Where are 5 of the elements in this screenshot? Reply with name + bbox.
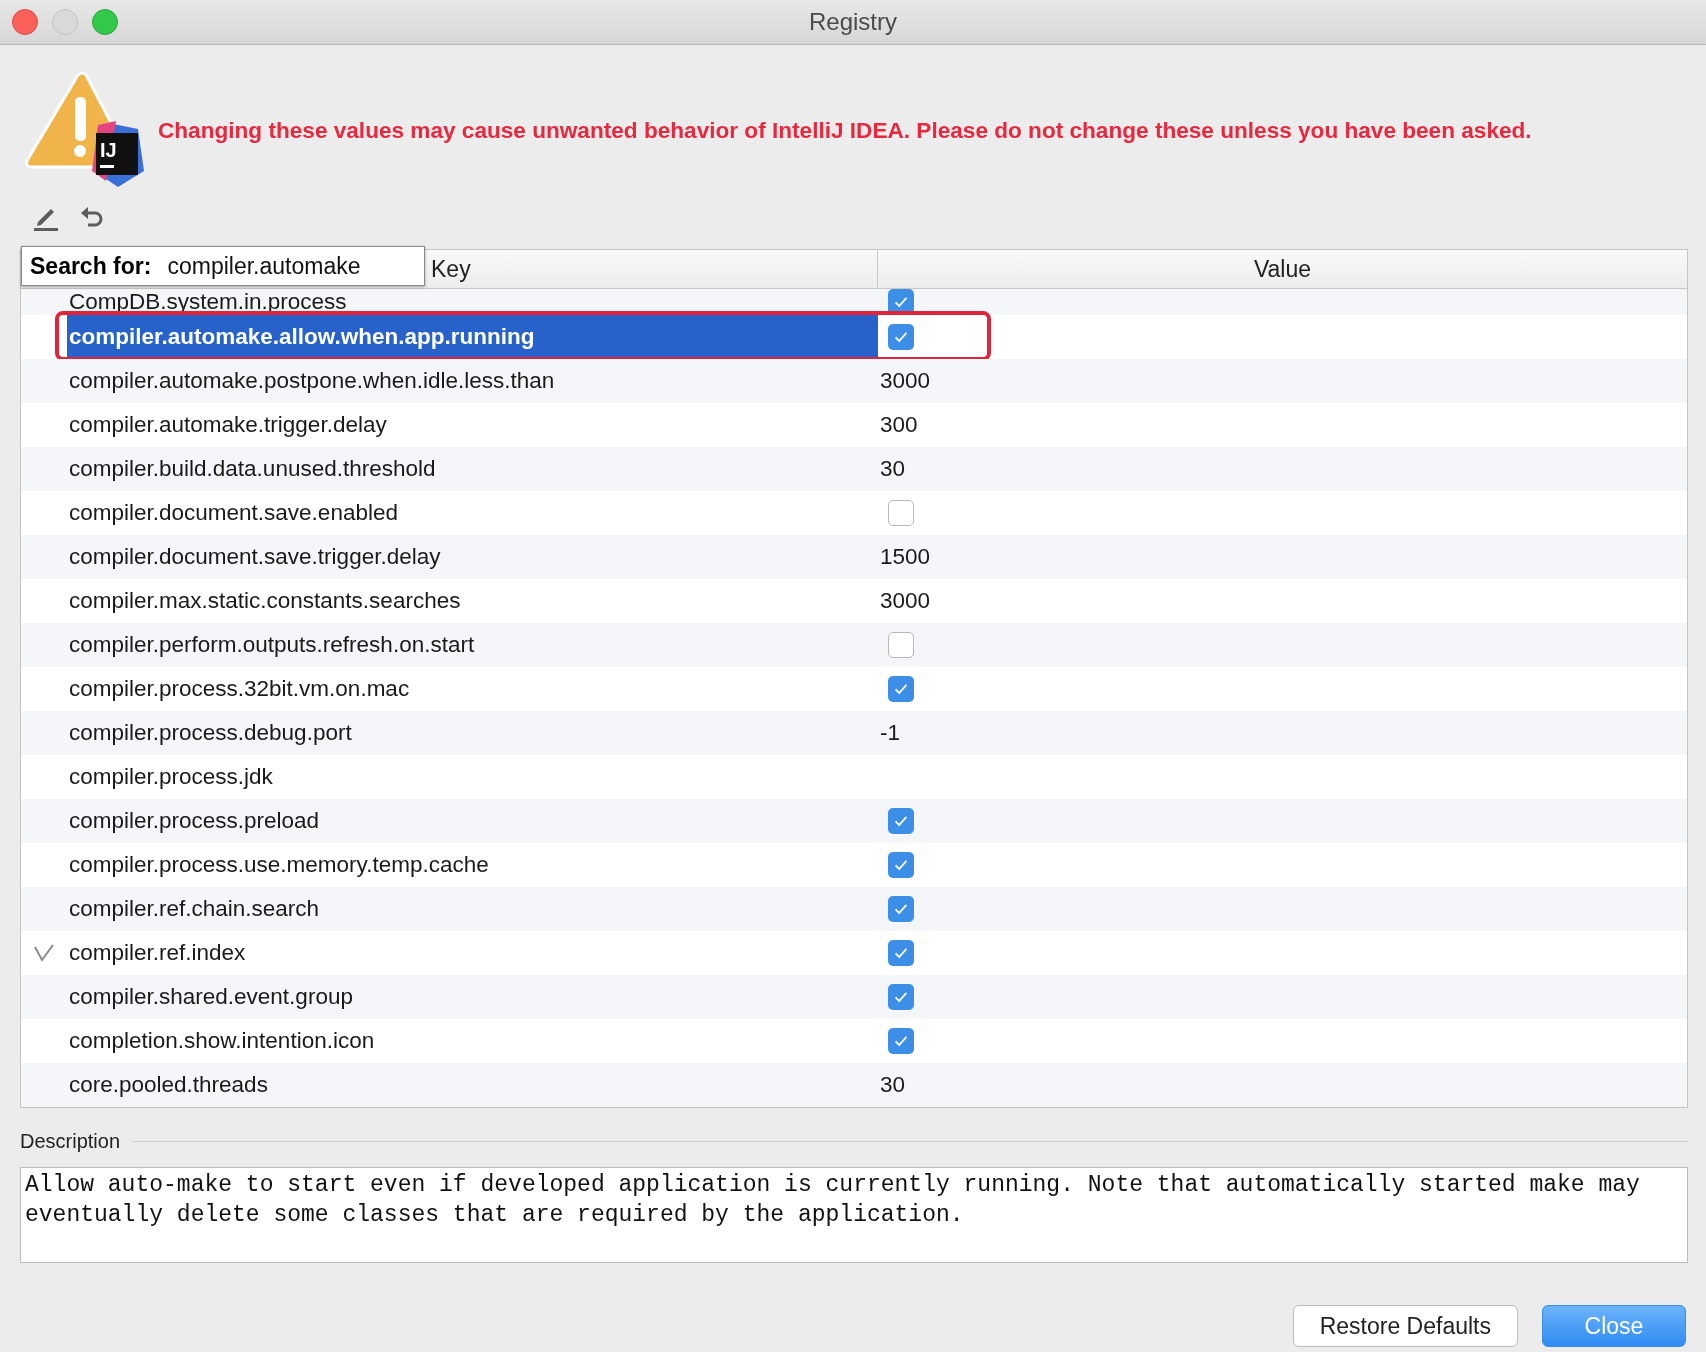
description-label: Description	[20, 1130, 121, 1153]
window-title: Registry	[809, 8, 897, 36]
description-text: Allow auto-make to start even if developed application is currently running. Note that automatically started make may eventually delete some classes that are required by the application.	[20, 1167, 1688, 1263]
warning-message: Changing these values may cause unwanted behavior of IntelliJ IDEA. Please do not change these unless you have been asked.	[158, 118, 1532, 144]
search-label: Search for:	[30, 252, 152, 280]
